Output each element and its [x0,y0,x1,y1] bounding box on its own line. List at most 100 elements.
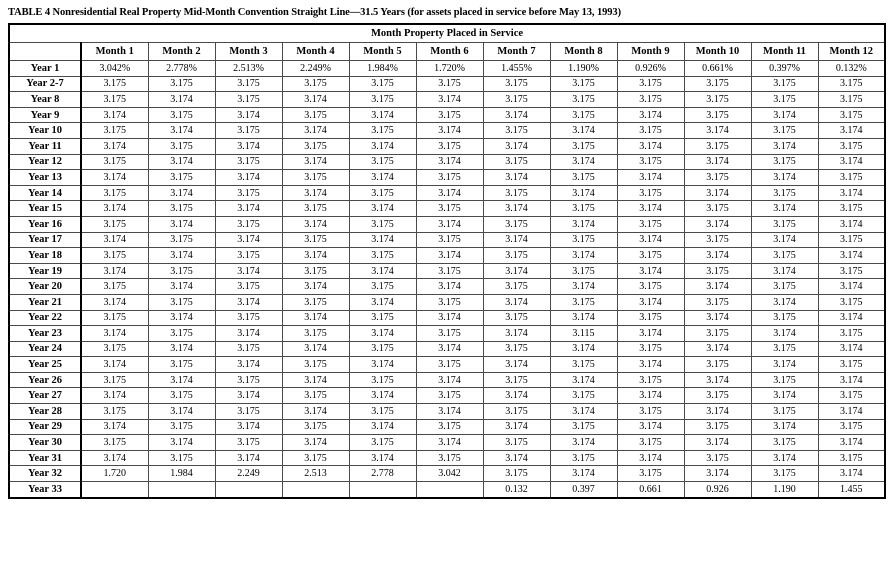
cell-r14-month-12: 3.175 [817,262,887,280]
cell-r8-month-1: 3.174 [80,169,149,186]
cell-r5-month-3: 3.175 [214,122,283,139]
table-header-span-row: Month Property Placed in Service [7,23,887,43]
table-row: Year 28 3.175 3.174 3.175 3.174 3.175 3.174 3.1… [8,403,887,420]
cell-r24-month-3: 3.174 [214,418,283,436]
table-page: TABLE 4 Nonresidential Real Property Mid… [0,0,889,561]
cell-r12-month-2: 3.175 [147,231,216,249]
table-body: Year 1 3.042% 2.778% 2.513% 2.249% 1.984% 1.72… [8,60,887,499]
cell-r19-month-5: 3.175 [348,340,417,358]
page-title: TABLE 4 Nonresidential Real Property Mid… [8,7,621,18]
cell-r25-month-1: 3.175 [80,434,149,451]
cell-r15-month-4: 3.174 [281,278,350,295]
cell-r24-month-11: 3.174 [750,418,819,436]
cell-r9-month-1: 3.175 [80,184,149,202]
cell-r8-month-8: 3.175 [549,169,618,186]
cell-r13-month-12: 3.174 [817,247,887,264]
cell-r23-month-1: 3.175 [80,403,149,420]
cell-r10-month-6: 3.175 [415,200,484,217]
cell-r9-month-8: 3.174 [549,184,618,202]
cell-r20-month-8: 3.175 [549,356,618,373]
cell-r27-month-1: 1.720 [80,465,149,483]
cell-r21-month-7: 3.175 [482,371,551,389]
cell-r21-month-6: 3.174 [415,371,484,389]
table-row: Year 33 0.132 0.397 0.661 0.926 1.190 1.455 [8,481,887,499]
cell-r26-month-2: 3.175 [147,449,216,467]
cell-r20-month-7: 3.174 [482,356,551,373]
cell-r2-month-12: 3.175 [817,75,887,93]
table-row: Year 26 3.175 3.174 3.175 3.174 3.175 3.174 3.1… [8,371,887,389]
row-header-year-21: Year 21 [8,293,82,311]
column-header-month-9: Month 9 [616,42,685,61]
cell-r3-month-4: 3.174 [281,91,350,108]
cell-r9-month-7: 3.175 [482,184,551,202]
cell-r7-month-4: 3.174 [281,153,350,171]
cell-r7-month-5: 3.175 [348,153,417,171]
cell-r9-month-12: 3.174 [817,184,887,202]
cell-r1-month-10: 0.661% [683,60,752,77]
cell-r8-month-12: 3.175 [817,169,887,186]
cell-r15-month-10: 3.174 [683,278,752,295]
cell-r28-month-2 [147,481,216,499]
table-row: Year 22 3.175 3.174 3.175 3.174 3.175 3.174 3.1… [8,309,887,327]
cell-r23-month-8: 3.174 [549,403,618,420]
cell-r26-month-11: 3.174 [750,449,819,467]
table-row: Year 1 3.042% 2.778% 2.513% 2.249% 1.984% 1.72… [8,60,887,77]
cell-r3-month-3: 3.175 [214,91,283,108]
cell-r28-month-12: 1.455 [817,481,887,499]
cell-r12-month-9: 3.174 [616,231,685,249]
row-header-year-15: Year 15 [8,200,82,217]
cell-r6-month-12: 3.175 [817,137,887,155]
cell-r14-month-3: 3.174 [214,262,283,280]
cell-r12-month-7: 3.174 [482,231,551,249]
row-header-year-26: Year 26 [8,371,82,389]
cell-r7-month-1: 3.175 [80,153,149,171]
cell-r16-month-3: 3.174 [214,293,283,311]
cell-r1-month-1: 3.042% [80,60,149,77]
cell-r6-month-10: 3.175 [683,137,752,155]
cell-r22-month-3: 3.174 [214,387,283,405]
cell-r14-month-10: 3.175 [683,262,752,280]
cell-r17-month-4: 3.174 [281,309,350,327]
row-header-year-27: Year 27 [8,387,82,405]
cell-r9-month-10: 3.174 [683,184,752,202]
cell-r6-month-7: 3.174 [482,137,551,155]
cell-r5-month-11: 3.175 [750,122,819,139]
cell-r16-month-11: 3.174 [750,293,819,311]
cell-r21-month-10: 3.174 [683,371,752,389]
column-header-month-8: Month 8 [549,42,618,61]
row-header-year-24: Year 24 [8,340,82,358]
cell-r10-month-10: 3.175 [683,200,752,217]
cell-r14-month-9: 3.174 [616,262,685,280]
cell-r28-month-9: 0.661 [616,481,685,499]
table-row: Year 12 3.175 3.174 3.175 3.174 3.175 3.174 3.1… [8,153,887,171]
cell-r2-month-1: 3.175 [80,75,149,93]
cell-r7-month-8: 3.174 [549,153,618,171]
cell-r24-month-4: 3.175 [281,418,350,436]
table-row: Year 24 3.175 3.174 3.175 3.174 3.175 3.174 3.1… [8,340,887,358]
row-header-year-29: Year 29 [8,418,82,436]
cell-r26-month-4: 3.175 [281,449,350,467]
cell-r16-month-4: 3.175 [281,293,350,311]
cell-r5-month-6: 3.174 [415,122,484,139]
cell-r9-month-5: 3.175 [348,184,417,202]
cell-r5-month-7: 3.175 [482,122,551,139]
cell-r18-month-12: 3.175 [817,325,887,342]
cell-r22-month-4: 3.175 [281,387,350,405]
cell-r28-month-10: 0.926 [683,481,752,499]
column-header-month-2: Month 2 [147,42,216,61]
cell-r14-month-2: 3.175 [147,262,216,280]
cell-r4-month-7: 3.174 [482,106,551,124]
cell-r3-month-2: 3.174 [147,91,216,108]
row-header-year-1: Year 1 [8,60,82,77]
cell-r19-month-1: 3.175 [80,340,149,358]
cell-r19-month-7: 3.175 [482,340,551,358]
cell-r28-month-4 [281,481,350,499]
cell-r25-month-2: 3.174 [147,434,216,451]
column-header-month-6: Month 6 [415,42,484,61]
row-header-year-33: Year 33 [8,481,82,499]
cell-r20-month-5: 3.174 [348,356,417,373]
cell-r3-month-6: 3.174 [415,91,484,108]
cell-r9-month-9: 3.175 [616,184,685,202]
cell-r22-month-2: 3.175 [147,387,216,405]
cell-r15-month-6: 3.174 [415,278,484,295]
